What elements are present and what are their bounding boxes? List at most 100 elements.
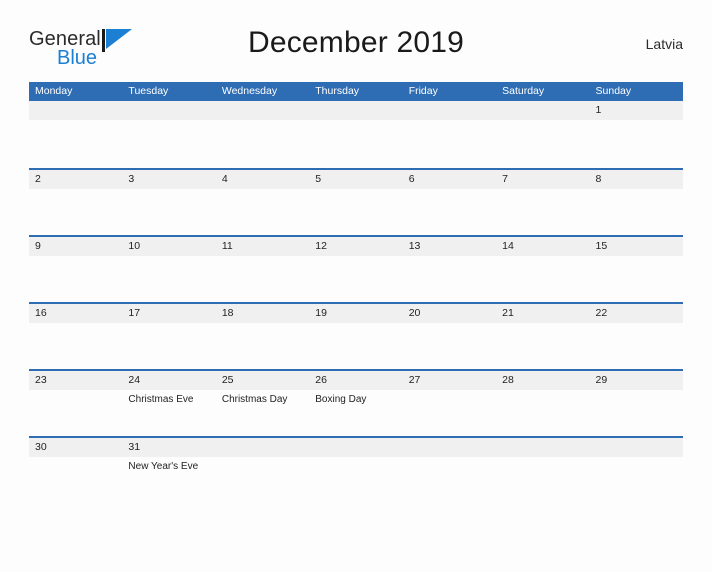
day-number-band: 11	[215, 237, 310, 256]
day-number: 28	[502, 374, 514, 386]
day-number: 31	[128, 441, 141, 453]
calendar-day-cell[interactable]: 27	[402, 371, 497, 436]
day-number: 24	[128, 374, 141, 386]
calendar-day-cell[interactable]: 18	[215, 304, 310, 369]
calendar-day-cell-empty	[215, 438, 310, 503]
day-number-band: 20	[402, 304, 497, 323]
day-number-band: 25	[215, 371, 310, 390]
calendar-day-cell-empty	[589, 438, 683, 503]
weekday-header-sunday: Sunday	[595, 85, 632, 97]
day-number: 9	[35, 240, 41, 252]
day-number: 13	[408, 240, 421, 252]
day-number-band	[29, 101, 123, 120]
calendar-day-cell[interactable]: 2	[29, 170, 123, 235]
day-number-band: 4	[215, 170, 310, 189]
calendar-day-cell[interactable]: 13	[402, 237, 497, 302]
weekday-header-thursday: Thursday	[315, 85, 360, 97]
calendar-day-cell[interactable]: 16	[29, 304, 123, 369]
calendar-week-row: 16 17 18 19 20 21 22	[29, 302, 683, 369]
calendar-day-cell[interactable]: 24 Christmas Eve	[122, 371, 216, 436]
region-label: Latvia	[645, 36, 683, 52]
day-number: 17	[128, 307, 141, 319]
day-number: 29	[595, 374, 608, 386]
calendar-weeks: 1 2 3 4 5 6 7 8 9 10 11 12 13 14 15 16 17 18 19 20 21 22 23 24 C…	[29, 101, 683, 503]
calendar-day-cell[interactable]: 9	[29, 237, 123, 302]
calendar-day-cell[interactable]: 21	[496, 304, 590, 369]
weekday-header-tuesday: Tuesday	[128, 85, 169, 97]
calendar-day-cell[interactable]: 26 Boxing Day	[309, 371, 403, 436]
calendar-day-cell[interactable]: 15	[589, 237, 683, 302]
calendar-day-cell[interactable]: 30	[29, 438, 123, 503]
day-number: 23	[35, 374, 47, 386]
day-events: Christmas Eve	[122, 390, 215, 406]
calendar-day-cell[interactable]: 11	[215, 237, 310, 302]
calendar-day-cell[interactable]: 3	[122, 170, 216, 235]
day-number: 22	[595, 307, 608, 319]
weekday-header-friday: Friday	[408, 85, 438, 97]
day-number: 3	[128, 173, 135, 185]
calendar-day-cell[interactable]: 17	[122, 304, 216, 369]
day-number-band: 10	[122, 237, 216, 256]
day-number-band: 12	[309, 237, 403, 256]
calendar-day-cell-empty	[402, 438, 497, 503]
weekday-header-row: Monday Tuesday Wednesday Thursday Friday…	[29, 82, 683, 101]
day-number-band: 27	[402, 371, 497, 390]
day-events: Boxing Day	[309, 390, 402, 406]
day-number: 19	[315, 307, 327, 319]
day-number: 20	[408, 307, 421, 319]
day-number-band: 2	[29, 170, 123, 189]
calendar-week-row: 2 3 4 5 6 7 8	[29, 168, 683, 235]
weekday-header-monday: Monday	[35, 85, 73, 97]
day-number-band: 29	[589, 371, 683, 390]
calendar-day-cell[interactable]: 20	[402, 304, 497, 369]
calendar-day-cell[interactable]: 28	[496, 371, 590, 436]
page-header: General Blue December 2019 Latvia	[29, 22, 683, 74]
day-number-band: 19	[309, 304, 403, 323]
day-number-band: 13	[402, 237, 497, 256]
day-number-band: 9	[29, 237, 123, 256]
day-number: 21	[502, 307, 514, 319]
calendar-day-cell[interactable]: 10	[122, 237, 216, 302]
holiday-label: Boxing Day	[315, 394, 367, 405]
day-number-band	[589, 438, 683, 457]
day-number: 16	[35, 307, 47, 319]
day-number: 27	[408, 374, 421, 386]
calendar-day-cell[interactable]: 7	[496, 170, 590, 235]
calendar-day-cell[interactable]: 22	[589, 304, 683, 369]
calendar-day-cell-empty	[215, 101, 310, 168]
day-number-band: 8	[589, 170, 683, 189]
day-number: 12	[315, 240, 327, 252]
day-number-band: 28	[496, 371, 590, 390]
calendar-day-cell[interactable]: 6	[402, 170, 497, 235]
day-number-band: 24	[122, 371, 216, 390]
calendar-day-cell-empty	[496, 101, 590, 168]
weekday-header-wednesday: Wednesday	[221, 85, 278, 97]
calendar-day-cell[interactable]: 4	[215, 170, 310, 235]
day-number: 10	[128, 240, 141, 252]
day-number-band: 6	[402, 170, 497, 189]
day-number: 7	[502, 173, 508, 185]
day-number: 26	[315, 374, 327, 386]
day-number-band: 1	[589, 101, 683, 120]
calendar-day-cell[interactable]: 1	[589, 101, 683, 168]
calendar-day-cell[interactable]: 29	[589, 371, 683, 436]
holiday-label: Christmas Day	[221, 394, 288, 405]
day-number: 14	[502, 240, 514, 252]
calendar-day-cell[interactable]: 8	[589, 170, 683, 235]
calendar-day-cell[interactable]: 19	[309, 304, 403, 369]
calendar-day-cell[interactable]: 31 New Year's Eve	[122, 438, 216, 503]
calendar-grid: Monday Tuesday Wednesday Thursday Friday…	[29, 82, 683, 503]
day-number-band	[122, 101, 216, 120]
calendar-day-cell[interactable]: 14	[496, 237, 590, 302]
calendar-day-cell[interactable]: 25 Christmas Day	[215, 371, 310, 436]
day-number: 18	[221, 307, 234, 319]
calendar-day-cell[interactable]: 23	[29, 371, 123, 436]
calendar-day-cell[interactable]: 12	[309, 237, 403, 302]
day-number: 4	[221, 173, 228, 185]
day-number-band: 16	[29, 304, 123, 323]
calendar-day-cell-empty	[402, 101, 497, 168]
calendar-day-cell[interactable]: 5	[309, 170, 403, 235]
day-number: 2	[35, 173, 41, 185]
day-number: 5	[315, 173, 322, 185]
day-number-band	[215, 438, 310, 457]
